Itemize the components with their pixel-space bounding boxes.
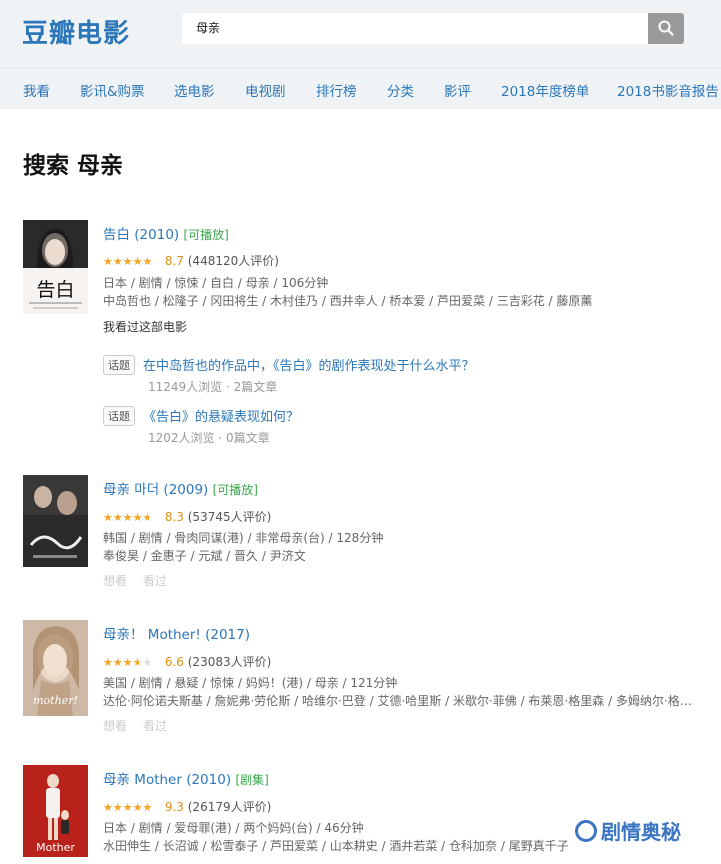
movie-cast: 中岛哲也 / 松隆子 / 冈田将生 / 木村佳乃 / 西井幸人 / 桥本爱 / … <box>103 294 593 308</box>
mark-actions: 想看 看过 <box>103 572 179 589</box>
rating-row: ★★★★★★★★★★ 6.6 (23083人评价) <box>103 653 272 669</box>
nav-item-tag[interactable]: 分类 <box>387 80 414 100</box>
poster-image: mother! <box>23 620 88 716</box>
search-button[interactable] <box>648 13 684 44</box>
movie-title-link[interactable]: 母亲！ Mother! (2017) <box>103 623 250 643</box>
nav-item-annual-list[interactable]: 2018年度榜单 <box>501 80 589 100</box>
poster-image: Mother <box>23 765 88 857</box>
nav-item-showtimes[interactable]: 影讯&购票 <box>80 80 145 100</box>
page-title: 搜索 母亲 <box>23 153 124 179</box>
movie-title-link[interactable]: 告白 (2010) [可播放] <box>103 223 229 243</box>
top-bar: 豆瓣电影 母亲 <box>0 0 721 66</box>
nav-item-mine[interactable]: 我看 <box>23 80 50 100</box>
movie-cast: 水田伸生 / 长沼诚 / 松雪泰子 / 芦田爱菜 / 山本耕史 / 酒井若菜 /… <box>103 839 569 853</box>
rating-count: (23083人评价) <box>187 655 272 669</box>
movie-title[interactable]: 母亲 Mother (2010) <box>103 772 231 788</box>
poster-title-text: 告白 <box>36 279 74 301</box>
playable-badge[interactable]: [可播放] <box>213 483 258 497</box>
search-icon <box>658 20 674 36</box>
movie-poster[interactable] <box>23 475 88 567</box>
movie-poster[interactable]: Mother <box>23 765 88 857</box>
star-rating: ★★★★★★★★★★ <box>103 657 153 668</box>
nav-item-explore[interactable]: 选电影 <box>174 80 215 100</box>
topic-tag: 话题 <box>103 355 135 375</box>
star-rating: ★★★★★★★★★★ <box>103 512 153 523</box>
star-rating: ★★★★★★★★★★ <box>103 256 153 267</box>
mark-actions: 想看 看过 <box>103 717 179 734</box>
poster-image <box>23 475 88 567</box>
nav-item-annual-report[interactable]: 2018书影音报告 <box>617 80 719 100</box>
movie-info: 美国 / 剧情 / 悬疑 / 惊悚 / 妈妈！(港) / 母亲 / 121分钟 <box>103 676 398 690</box>
movie-title[interactable]: 母亲！ Mother! (2017) <box>103 627 250 643</box>
poster-title-text: Mother <box>36 841 75 854</box>
want-to-watch-link[interactable]: 想看 <box>103 574 127 588</box>
movie-title[interactable]: 告白 (2010) <box>103 227 179 243</box>
topic-link[interactable]: 《告白》的悬疑表现如何？ <box>143 406 299 425</box>
watermark-text: 剧情奥秘 <box>601 820 681 844</box>
movie-poster[interactable]: 告白 <box>23 220 88 314</box>
poster-title-text: mother! <box>33 694 78 707</box>
topic-stats: 11249人浏览 · 2篇文章 <box>148 380 278 394</box>
movie-poster[interactable]: mother! <box>23 620 88 716</box>
movie-title-link[interactable]: 母亲 마더 (2009) [可播放] <box>103 478 258 498</box>
movie-title[interactable]: 母亲 마더 (2009) <box>103 482 208 498</box>
nav-item-tv[interactable]: 电视剧 <box>245 80 286 100</box>
topic-tag: 话题 <box>103 406 135 426</box>
main-nav: 我看 影讯&购票 选电影 电视剧 排行榜 分类 影评 2018年度榜单 2018… <box>0 67 721 109</box>
rating-row: ★★★★★ ★★★★★ 8.7 (448120人评价) <box>103 252 279 268</box>
watermark-logo-icon <box>575 820 597 842</box>
rating-row: ★★★★★ ★★★★★ 9.3 (26179人评价) <box>103 798 272 814</box>
watermark: 剧情奥秘 <box>575 816 681 845</box>
nav-item-review[interactable]: 影评 <box>444 80 471 100</box>
rating-count: (26179人评价) <box>187 800 272 814</box>
rating-score: 9.3 <box>164 800 184 814</box>
rating-score: 8.3 <box>164 510 184 524</box>
rating-row: ★★★★★ ★★★★★ 8.3 (53745人评价) <box>103 508 272 524</box>
series-badge[interactable]: [剧集] <box>235 773 268 787</box>
movie-title-link[interactable]: 母亲 Mother (2010) [剧集] <box>103 768 269 788</box>
want-to-watch-link[interactable]: 想看 <box>103 719 127 733</box>
nav-item-chart[interactable]: 排行榜 <box>316 80 357 100</box>
watched-link[interactable]: 看过 <box>143 719 167 733</box>
topic-link[interactable]: 在中岛哲也的作品中，《告白》的剧作表现处于什么水平？ <box>143 355 475 374</box>
douban-movie-logo[interactable]: 豆瓣电影 <box>22 13 130 50</box>
playable-badge[interactable]: [可播放] <box>183 228 228 242</box>
watched-link[interactable]: 看过 <box>143 574 167 588</box>
movie-info: 日本 / 剧情 / 惊悚 / 自白 / 母亲 / 106分钟 <box>103 276 329 290</box>
movie-cast: 达伦·阿伦诺夫斯基 / 詹妮弗·劳伦斯 / 哈维尔·巴登 / 艾德·哈里斯 / … <box>103 694 703 708</box>
rating-score: 8.7 <box>164 254 184 268</box>
rating-count: (53745人评价) <box>187 510 272 524</box>
poster-image: 告白 <box>23 220 88 314</box>
rating-count: (448120人评价) <box>187 254 279 268</box>
star-rating: ★★★★★★★★★★ <box>103 802 153 813</box>
watched-status: 我看过这部电影 <box>103 320 188 334</box>
search-input[interactable]: 母亲 <box>182 13 648 44</box>
rating-score: 6.6 <box>164 655 184 669</box>
movie-info: 韩国 / 剧情 / 骨肉同谋(港) / 非常母亲(台) / 128分钟 <box>103 531 384 545</box>
movie-cast: 奉俊昊 / 金惠子 / 元斌 / 晋久 / 尹济文 <box>103 549 306 563</box>
topic-stats: 1202人浏览 · 0篇文章 <box>148 431 270 445</box>
